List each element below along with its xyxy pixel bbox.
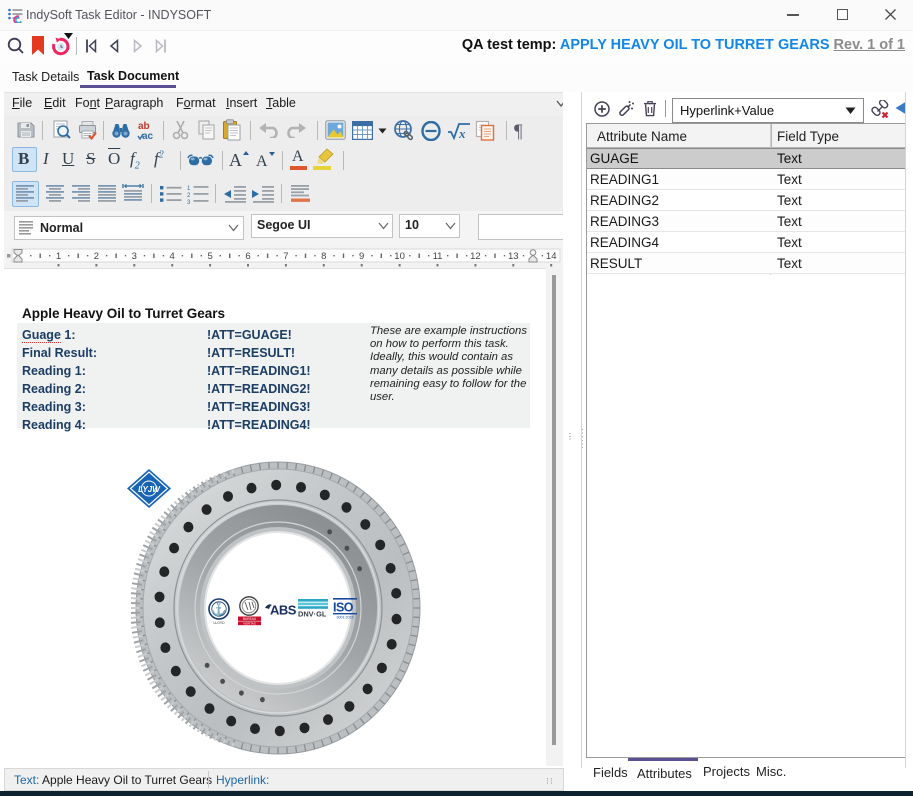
svg-text:⚓: ⚓ (211, 602, 227, 617)
svg-text:LLOYD: LLOYD (213, 621, 225, 625)
svg-text:1: 1 (56, 251, 61, 262)
svg-text:3: 3 (132, 251, 137, 262)
svg-text:x: x (458, 126, 466, 140)
svg-text:A: A (256, 153, 268, 168)
svg-text:14: 14 (546, 251, 557, 262)
svg-text:2: 2 (94, 251, 99, 262)
svg-text:ABS: ABS (270, 603, 297, 618)
svg-text:BUREAU: BUREAU (243, 617, 257, 621)
svg-text:A: A (229, 150, 242, 168)
svg-text:7: 7 (283, 251, 288, 262)
svg-text:5: 5 (207, 251, 212, 262)
svg-text:ISO: ISO (333, 601, 354, 615)
svg-text:VERITAS: VERITAS (243, 621, 256, 625)
svg-text:ac: ac (142, 131, 154, 141)
svg-text:9001:2015: 9001:2015 (337, 616, 354, 620)
svg-text:3: 3 (187, 200, 191, 204)
svg-text:4: 4 (170, 251, 175, 262)
svg-text:10: 10 (394, 251, 405, 262)
svg-text:DNV·GL: DNV·GL (298, 610, 327, 619)
svg-text:¶: ¶ (514, 121, 523, 140)
svg-text:11: 11 (433, 251, 443, 262)
svg-text:9: 9 (359, 251, 364, 262)
svg-text:1: 1 (187, 186, 191, 192)
svg-text:LYJW: LYJW (138, 485, 161, 494)
svg-text:12: 12 (470, 251, 481, 262)
svg-text:2: 2 (187, 193, 191, 199)
svg-text:8: 8 (321, 251, 326, 262)
svg-text:6: 6 (245, 251, 250, 262)
svg-text:13: 13 (508, 251, 519, 262)
